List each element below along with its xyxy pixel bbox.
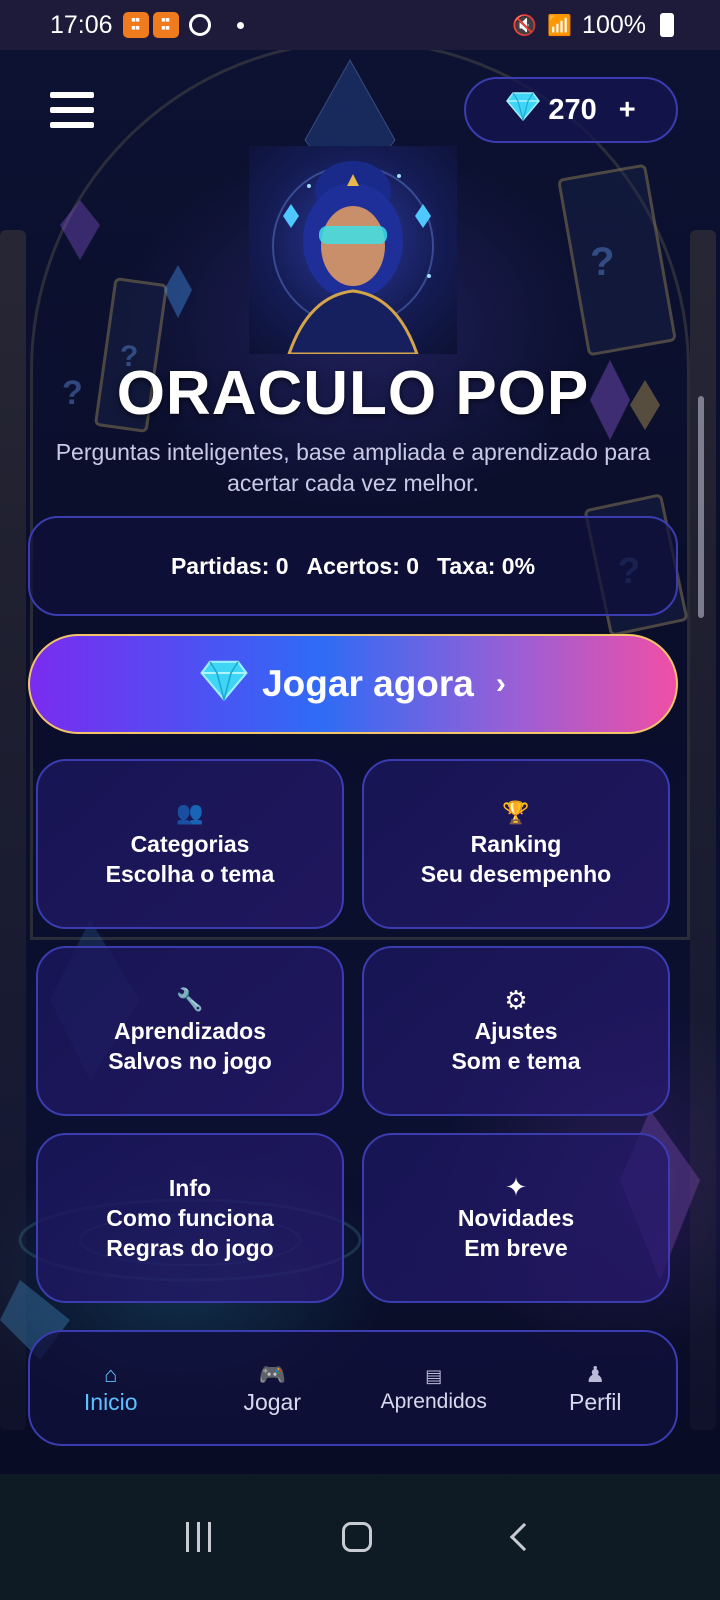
list-icon: ▤ bbox=[425, 1366, 443, 1386]
diamond-icon bbox=[200, 659, 248, 710]
stat-matches: Partidas: 0 bbox=[170, 552, 289, 579]
gem-balance-button[interactable]: 270 + bbox=[464, 77, 678, 143]
categories-subtitle: Escolha o tema bbox=[105, 861, 275, 887]
app-title: ORACULO POP bbox=[116, 359, 590, 428]
ranking-tile[interactable]: 🏆 Ranking Seu desempenho bbox=[362, 759, 670, 929]
nav-item-perfil[interactable]: ♟ Perfil bbox=[520, 1361, 670, 1416]
home-button[interactable] bbox=[342, 1522, 373, 1552]
sparkle-icon: ✦ bbox=[505, 1172, 527, 1202]
status-time: 17:06 bbox=[50, 10, 113, 39]
app-subtitle: Perguntas inteligentes, base ampliada e … bbox=[55, 439, 651, 496]
bottom-navigation: ⌂ Inicio 🎮 Jogar ▤ Aprendidos ♟ Perfil bbox=[28, 1330, 678, 1446]
categories-title: Categorias bbox=[130, 831, 250, 857]
question-mark-icon: ? bbox=[590, 240, 615, 284]
add-gems-icon: + bbox=[618, 93, 636, 126]
recents-button[interactable] bbox=[185, 1522, 211, 1552]
person-icon: ♟ bbox=[585, 1361, 606, 1387]
nav-label: Inicio bbox=[83, 1388, 138, 1415]
stat-rate: Taxa: 0% bbox=[437, 552, 536, 579]
gamepad-icon: 🎮 bbox=[258, 1361, 286, 1387]
chevron-right-icon: › bbox=[495, 667, 506, 700]
app-screen: ? ? ? ? 17:06 ■■■■ ■■■■ 🔇 📶 100% bbox=[0, 0, 720, 1600]
settings-tile[interactable]: ⚙ Ajustes Som e tema bbox=[362, 946, 670, 1116]
learned-subtitle: Salvos no jogo bbox=[108, 1048, 272, 1074]
system-navigation-bar bbox=[0, 1474, 720, 1600]
home-icon: ⌂ bbox=[104, 1361, 118, 1387]
hamburger-icon bbox=[50, 92, 94, 98]
ranking-subtitle: Seu desempenho bbox=[420, 861, 612, 887]
stats-panel: Partidas: 0 Acertos: 0 Taxa: 0% bbox=[28, 516, 678, 616]
temu-icon: ■■ ■■ bbox=[122, 12, 149, 38]
settings-subtitle: Som e tema bbox=[451, 1048, 581, 1074]
info-subtitle: Como funciona bbox=[106, 1205, 274, 1231]
learned-title: Aprendizados bbox=[113, 1018, 267, 1044]
info-rules: Regras do jogo bbox=[106, 1235, 274, 1261]
news-title: Novidades bbox=[457, 1205, 575, 1231]
news-subtitle: Em breve bbox=[464, 1235, 568, 1261]
ranking-title: Ranking bbox=[470, 831, 562, 857]
nav-label: Jogar bbox=[243, 1388, 302, 1415]
info-tile[interactable]: Info Como funciona Regras do jogo bbox=[36, 1133, 344, 1303]
trophy-icon: 🏆 bbox=[502, 800, 530, 825]
settings-title: Ajustes bbox=[474, 1018, 558, 1044]
stat-hits: Acertos: 0 bbox=[306, 552, 420, 579]
notification-dot-icon bbox=[236, 21, 244, 29]
sync-icon bbox=[188, 14, 211, 36]
news-tile[interactable]: ✦ Novidades Em breve bbox=[362, 1133, 670, 1303]
battery-percent: 100% bbox=[582, 10, 646, 39]
temu-icon: ■■ ■■ bbox=[152, 12, 179, 38]
wrench-icon: 🔧 bbox=[176, 987, 204, 1012]
wifi-icon: 📶 bbox=[547, 14, 573, 37]
battery-icon bbox=[660, 13, 674, 37]
nav-item-jogar[interactable]: 🎮 Jogar bbox=[197, 1361, 347, 1416]
learned-tile[interactable]: 🔧 Aprendizados Salvos no jogo bbox=[36, 946, 344, 1116]
back-button[interactable] bbox=[509, 1522, 539, 1552]
play-now-button[interactable]: Jogar agora › bbox=[28, 634, 678, 734]
mute-icon: 🔇 bbox=[512, 14, 538, 37]
categories-tile[interactable]: 👥 Categorias Escolha o tema bbox=[36, 759, 344, 929]
nav-item-inicio[interactable]: ⌂ Inicio bbox=[36, 1361, 186, 1416]
menu-button[interactable] bbox=[50, 92, 94, 136]
status-bar: 17:06 ■■ ■■ ■■ ■■ 🔇 📶 100% bbox=[0, 0, 720, 50]
nav-item-aprendidos[interactable]: ▤ Aprendidos bbox=[359, 1362, 509, 1414]
play-now-label: Jogar agora bbox=[262, 663, 474, 704]
gem-count: 270 bbox=[548, 93, 597, 126]
scrollbar[interactable] bbox=[698, 396, 704, 618]
background-card bbox=[557, 163, 677, 357]
oracle-avatar bbox=[249, 146, 457, 354]
users-icon: 👥 bbox=[176, 800, 204, 825]
info-title: Info bbox=[168, 1175, 212, 1201]
gear-icon: ⚙ bbox=[504, 985, 528, 1015]
nav-label: Perfil bbox=[569, 1388, 622, 1415]
diamond-icon bbox=[506, 91, 541, 129]
nav-label: Aprendidos bbox=[380, 1390, 487, 1413]
status-right: 🔇 📶 100% bbox=[512, 11, 674, 40]
